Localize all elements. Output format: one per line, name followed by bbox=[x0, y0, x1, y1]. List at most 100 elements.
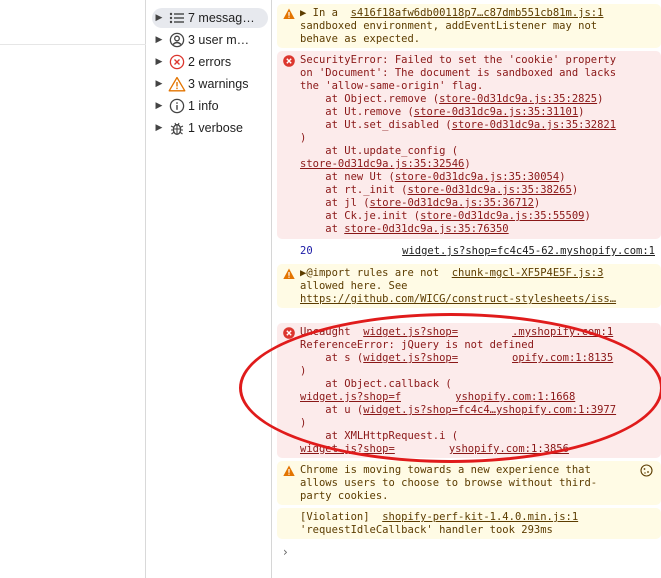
source-link[interactable]: shopify-perf-kit-1.4.0.min.js:1 bbox=[382, 511, 578, 523]
message-line: Uncaught widget.js?shop= .myshopify.com:1 bbox=[300, 326, 653, 339]
stack-frame: store-0d31dc9a.js:35:32546) bbox=[300, 158, 653, 171]
console-warning[interactable]: ▶ In a s416f18afw6db00118p7…c87dmb551cb8… bbox=[277, 4, 661, 48]
sidebar-item-label: 1 info bbox=[188, 99, 219, 113]
stack-link[interactable]: opify.com:1:8135 bbox=[512, 352, 613, 364]
source-link[interactable]: chunk-mgcl-XF5P4E5F.js:3 bbox=[452, 267, 604, 279]
source-link[interactable]: .myshopify.com:1 bbox=[512, 326, 613, 338]
stack-frame: at rt._init (store-0d31dc9a.js:35:38265) bbox=[300, 184, 579, 196]
stack-frame: at store-0d31dc9a.js:35:76350 bbox=[300, 223, 653, 236]
stack-link[interactable]: store-0d31dc9a.js:35:76350 bbox=[344, 223, 508, 235]
frame-text: ) bbox=[300, 417, 307, 429]
frame-text: at Ut.remove ( bbox=[300, 106, 414, 118]
stack-frame: at Ut.remove (store-0d31dc9a.js:35:31101… bbox=[300, 106, 585, 118]
console-warning[interactable]: ▶@import rules are not chunk-mgcl-XF5P4E… bbox=[277, 264, 661, 308]
stack-link[interactable]: store-0d31dc9a.js:35:32821 bbox=[452, 119, 616, 131]
bug-icon bbox=[166, 119, 188, 137]
chevron-right-icon: ▶ bbox=[155, 79, 163, 89]
list-icon bbox=[166, 9, 188, 27]
sidebar-item-label: 1 verbose bbox=[188, 121, 243, 135]
sidebar-item-info[interactable]: ▶ 1 info bbox=[152, 96, 268, 116]
frame-text: at bbox=[300, 223, 345, 235]
stack-frame: at new Ut (store-0d31dc9a.js:35:30054) bbox=[300, 171, 566, 183]
stack-frame: at Ut.update_config ( bbox=[300, 145, 653, 158]
sidebar-item-verbose[interactable]: ▶ 1 verbose bbox=[152, 118, 268, 138]
message-text: [Violation] bbox=[300, 511, 383, 523]
frame-text: at Object.remove ( bbox=[300, 93, 440, 105]
redaction bbox=[458, 352, 513, 364]
chevron-right-icon: ▶ bbox=[155, 57, 163, 67]
message-text: party cookies. bbox=[300, 490, 389, 502]
console-prompt[interactable]: › bbox=[283, 546, 288, 559]
error-circle-icon bbox=[166, 53, 188, 71]
stack-link[interactable]: yshopify.com:1:3856 bbox=[449, 443, 569, 455]
message-text: allows users to choose to browse without… bbox=[300, 477, 598, 489]
redaction bbox=[394, 443, 449, 455]
message-line: ▶@import rules are not chunk-mgcl-XF5P4E… bbox=[300, 267, 653, 280]
frame-text: at new Ut ( bbox=[300, 171, 395, 183]
sidebar-item-warnings[interactable]: ▶ 3 warnings bbox=[152, 74, 268, 94]
stack-link[interactable]: widget.js?shop=fc4c4…yshopify.com:1:3977 bbox=[363, 404, 616, 416]
chevron-right-icon: ▶ bbox=[155, 123, 163, 133]
sidebar-item-errors[interactable]: ▶ 2 errors bbox=[152, 52, 268, 72]
message-text: 'requestIdleCallback' handler took 293ms bbox=[300, 524, 553, 536]
message-line: [Violation] shopify-perf-kit-1.4.0.min.j… bbox=[300, 511, 653, 524]
message-text: Uncaught bbox=[300, 326, 364, 338]
frame-text: ) bbox=[464, 158, 471, 170]
stack-link[interactable]: store-0d31dc9a.js:35:36712 bbox=[370, 197, 534, 209]
sidebar-item-user-messages[interactable]: ▶ 3 user m… bbox=[152, 30, 268, 50]
stack-link[interactable]: widget.js?shop= bbox=[363, 352, 458, 364]
message-text: Chrome is moving towards a new experienc… bbox=[300, 464, 591, 476]
message-text: allowed here. See bbox=[300, 280, 408, 292]
console-warning[interactable]: Chrome is moving towards a new experienc… bbox=[277, 461, 661, 505]
error-icon bbox=[283, 55, 295, 67]
warning-icon bbox=[283, 8, 295, 20]
stack-frame: widget.js?shop= yshopify.com:1:3856 bbox=[300, 443, 653, 456]
cookie-icon bbox=[640, 464, 653, 481]
source-link[interactable]: widget.js?shop= bbox=[363, 326, 458, 338]
docs-link[interactable]: https://github.com/WICG/construct-styles… bbox=[300, 293, 653, 306]
stack-link[interactable]: store-0d31dc9a.js:35:32546 bbox=[300, 158, 464, 170]
stack-frame: at s (widget.js?shop= opify.com:1:8135 bbox=[300, 352, 653, 365]
message-text: ▶@import rules are not bbox=[300, 267, 452, 279]
stack-link[interactable]: store-0d31dc9a.js:35:31101 bbox=[414, 106, 578, 118]
left-pane bbox=[0, 0, 146, 578]
frame-text: at u ( bbox=[300, 404, 364, 416]
source-link[interactable]: s416f18afw6db00118p7…c87dmb551cb81m.js:1 bbox=[351, 7, 604, 19]
chevron-right-icon: ▶ bbox=[155, 13, 163, 23]
user-circle-icon bbox=[166, 31, 188, 49]
frame-text: at Ck.je.init ( bbox=[300, 210, 421, 222]
console-error[interactable]: Uncaught widget.js?shop= .myshopify.com:1… bbox=[277, 323, 661, 458]
stack-link[interactable]: widget.js?shop= bbox=[300, 443, 395, 455]
repeat-count: 20 bbox=[300, 245, 313, 257]
message-text: sandboxed environment, addEventListener … bbox=[300, 20, 598, 32]
frame-text: at Object.callback ( bbox=[300, 378, 452, 390]
message-text: ReferenceError: jQuery is not defined bbox=[300, 339, 534, 351]
source-link[interactable]: widget.js?shop=fc4c45-62.myshopify.com:1 bbox=[402, 245, 655, 258]
stack-link[interactable]: widget.js?shop=f bbox=[300, 391, 401, 403]
console-error[interactable]: SecurityError: Failed to set the 'cookie… bbox=[277, 51, 661, 239]
console-messages: ▶ In a s416f18afw6db00118p7…c87dmb551cb8… bbox=[273, 0, 661, 578]
redaction bbox=[401, 391, 456, 403]
frame-text: at jl ( bbox=[300, 197, 370, 209]
console-sidebar: ▶ 7 messag… ▶ 3 user m… ▶ 2 errors ▶ 3 w… bbox=[146, 0, 272, 578]
console-log[interactable]: 20 widget.js?shop=fc4c45-62.myshopify.co… bbox=[277, 242, 661, 262]
stack-frame: at Object.remove (store-0d31dc9a.js:35:2… bbox=[300, 93, 604, 105]
frame-text: at XMLHttpRequest.i ( bbox=[300, 430, 459, 442]
stack-link[interactable]: store-0d31dc9a.js:35:2825 bbox=[439, 93, 597, 105]
sidebar-item-label: 3 warnings bbox=[188, 77, 249, 91]
stack-link[interactable]: store-0d31dc9a.js:35:30054 bbox=[395, 171, 559, 183]
stack-link[interactable]: store-0d31dc9a.js:35:55509 bbox=[420, 210, 584, 222]
stack-frame: widget.js?shop=f yshopify.com:1:1668 bbox=[300, 391, 653, 404]
message-text: ▶ In a bbox=[300, 7, 351, 19]
stack-frame: at Ck.je.init (store-0d31dc9a.js:35:5550… bbox=[300, 210, 591, 222]
frame-text: at s ( bbox=[300, 352, 364, 364]
stack-frame: at Ut.set_disabled (store-0d31dc9a.js:35… bbox=[300, 119, 653, 132]
sidebar-item-messages[interactable]: ▶ 7 messag… bbox=[152, 8, 268, 28]
sidebar-item-label: 2 errors bbox=[188, 55, 232, 69]
error-icon bbox=[283, 327, 295, 339]
console-violation[interactable]: [Violation] shopify-perf-kit-1.4.0.min.j… bbox=[277, 508, 661, 539]
frame-text: ) bbox=[300, 365, 307, 377]
stack-link[interactable]: store-0d31dc9a.js:35:38265 bbox=[407, 184, 571, 196]
redaction bbox=[458, 326, 513, 338]
stack-link[interactable]: yshopify.com:1:1668 bbox=[455, 391, 575, 403]
